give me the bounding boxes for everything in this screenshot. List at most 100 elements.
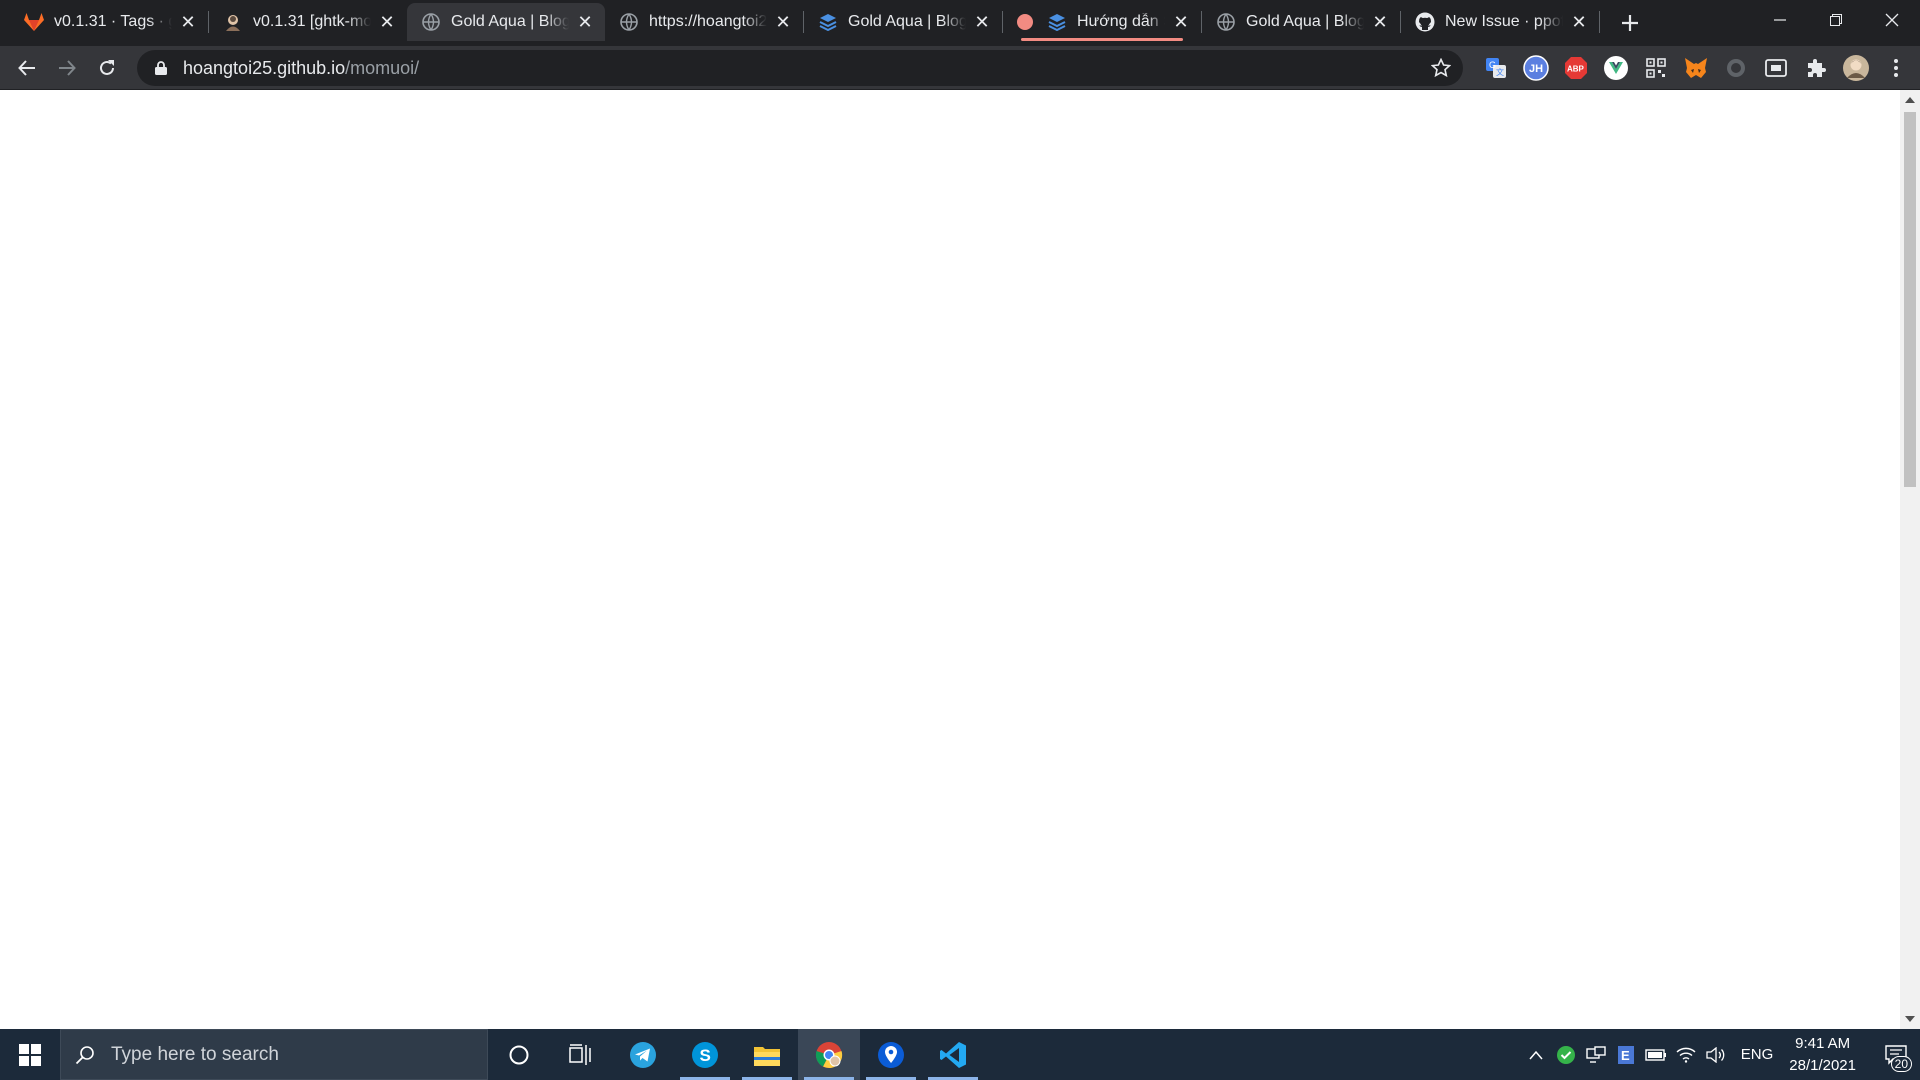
windows-logo-icon bbox=[19, 1043, 41, 1066]
extensions-button[interactable] bbox=[1796, 48, 1836, 88]
qr-extension[interactable] bbox=[1636, 48, 1676, 88]
back-button[interactable] bbox=[7, 48, 47, 88]
battery-tray-item[interactable] bbox=[1641, 1029, 1671, 1080]
menu-icon bbox=[1894, 59, 1898, 77]
search-placeholder: Type here to search bbox=[111, 1043, 279, 1065]
security-tray-item[interactable] bbox=[1551, 1029, 1581, 1080]
bookmark-star-icon[interactable] bbox=[1429, 56, 1453, 80]
qr-icon bbox=[1646, 58, 1666, 78]
telegram-app[interactable] bbox=[612, 1029, 674, 1080]
scroll-up-arrow-icon[interactable] bbox=[1905, 97, 1915, 103]
tab-audio-indicator bbox=[1021, 38, 1183, 41]
reload-button[interactable] bbox=[87, 48, 127, 88]
close-icon[interactable]: ✕ bbox=[773, 12, 793, 32]
chrome-app[interactable] bbox=[798, 1029, 860, 1080]
stack-icon bbox=[1047, 12, 1067, 32]
translate-extension[interactable]: G文 bbox=[1476, 48, 1516, 88]
speaker-icon bbox=[1706, 1046, 1725, 1063]
start-button[interactable] bbox=[0, 1029, 60, 1080]
profile-button[interactable] bbox=[1836, 48, 1876, 88]
show-hidden-icons-button[interactable] bbox=[1521, 1029, 1551, 1080]
extensions-toolbar: G文 JH ABP bbox=[1476, 46, 1916, 90]
abp-label: ABP bbox=[1567, 65, 1585, 74]
arrow-right-icon bbox=[59, 59, 76, 76]
tab-title: Hướng dẫn Sử dụng bbox=[1077, 13, 1165, 30]
tab-gold-aqua-blog-2[interactable]: Gold Aqua | Blog ✕ bbox=[804, 3, 1002, 41]
arrow-left-icon bbox=[18, 59, 35, 76]
chrome-menu-button[interactable] bbox=[1876, 48, 1916, 88]
url-text[interactable]: hoangtoi25.github.io/momuoi/ bbox=[183, 58, 419, 79]
input-language[interactable]: ENG bbox=[1731, 1046, 1784, 1063]
clock-time: 9:41 AM bbox=[1795, 1034, 1851, 1052]
maps-app[interactable] bbox=[860, 1029, 922, 1080]
media-control-button[interactable] bbox=[1756, 48, 1796, 88]
wifi-tray-item[interactable] bbox=[1671, 1029, 1701, 1080]
close-icon[interactable]: ✕ bbox=[972, 12, 992, 32]
task-view-button[interactable] bbox=[550, 1029, 612, 1080]
tab-gold-aqua-blog-active[interactable]: Gold Aqua | Blog ✕ bbox=[407, 3, 605, 41]
file-explorer-app[interactable] bbox=[736, 1029, 798, 1080]
file-explorer-icon bbox=[754, 1046, 780, 1066]
vue-extension[interactable] bbox=[1596, 48, 1636, 88]
action-center-button[interactable]: 20 bbox=[1872, 1029, 1920, 1080]
close-icon[interactable]: ✕ bbox=[575, 12, 595, 32]
notification-count-badge: 20 bbox=[1890, 1056, 1912, 1072]
svg-text:S: S bbox=[700, 1046, 711, 1065]
tab-gitlab-tags[interactable]: v0.1.31 · Tags · ghtk-mobile ✕ bbox=[10, 3, 208, 41]
chevron-up-icon bbox=[1529, 1050, 1543, 1059]
cortana-button[interactable] bbox=[488, 1029, 550, 1080]
close-icon[interactable]: ✕ bbox=[1569, 12, 1589, 32]
tab-strip: v0.1.31 · Tags · ghtk-mobile ✕ v0.1.31 [… bbox=[0, 0, 1920, 46]
browser-toolbar: hoangtoi25.github.io/momuoi/ G文 JH ABP bbox=[0, 46, 1920, 90]
tab-ghtk-mobile[interactable]: v0.1.31 [ghtk-mobile] ✕ bbox=[209, 3, 407, 41]
circle-extension[interactable] bbox=[1716, 48, 1756, 88]
system-tray: E ENG 9:41 AM 28/1/2021 20 bbox=[1521, 1029, 1920, 1080]
scroll-down-arrow-icon[interactable] bbox=[1905, 1016, 1915, 1022]
address-bar[interactable]: hoangtoi25.github.io/momuoi/ bbox=[137, 50, 1463, 86]
audio-playing-icon bbox=[1017, 14, 1033, 30]
skype-icon: S bbox=[692, 1041, 718, 1068]
jh-extension[interactable]: JH bbox=[1516, 48, 1556, 88]
jh-label: JH bbox=[1529, 63, 1543, 75]
new-tab-button[interactable] bbox=[1612, 5, 1648, 41]
puzzle-icon bbox=[1808, 59, 1826, 77]
unikey-tray-item[interactable]: E bbox=[1611, 1029, 1641, 1080]
network-tray-item[interactable] bbox=[1581, 1029, 1611, 1080]
window-controls bbox=[1752, 0, 1920, 40]
close-icon[interactable]: ✕ bbox=[178, 12, 198, 32]
minimize-button[interactable] bbox=[1752, 0, 1808, 40]
lock-icon[interactable] bbox=[151, 58, 171, 78]
metamask-extension[interactable] bbox=[1676, 48, 1716, 88]
close-icon[interactable]: ✕ bbox=[1370, 12, 1390, 32]
forward-button[interactable] bbox=[47, 48, 87, 88]
clock-date: 28/1/2021 bbox=[1789, 1056, 1856, 1074]
svg-text:G: G bbox=[1489, 60, 1496, 70]
svg-text:文: 文 bbox=[1496, 67, 1504, 77]
clock[interactable]: 9:41 AM 28/1/2021 bbox=[1783, 1033, 1872, 1077]
tab-github-new-issue[interactable]: New Issue · ppoffice ✕ bbox=[1401, 3, 1599, 41]
profile-icon bbox=[1843, 55, 1869, 81]
close-icon[interactable]: ✕ bbox=[377, 12, 397, 32]
vertical-scrollbar[interactable] bbox=[1900, 90, 1920, 1029]
tab-hoangtoi-url[interactable]: https://hoangtoi25.github.io ✕ bbox=[605, 3, 803, 41]
tab-gold-aqua-blog-3[interactable]: Gold Aqua | Blog ✕ bbox=[1202, 3, 1400, 41]
tab-huong-dan[interactable]: Hướng dẫn Sử dụng ✕ bbox=[1003, 3, 1201, 41]
close-window-button[interactable] bbox=[1864, 0, 1920, 40]
vscode-app[interactable] bbox=[922, 1029, 984, 1080]
tab-title: Gold Aqua | Blog bbox=[848, 13, 966, 30]
close-icon bbox=[1885, 13, 1899, 27]
minimize-icon bbox=[1774, 19, 1786, 21]
battery-icon bbox=[1645, 1048, 1666, 1061]
volume-tray-item[interactable] bbox=[1701, 1029, 1731, 1080]
scrollbar-thumb[interactable] bbox=[1904, 112, 1916, 487]
plus-icon bbox=[1622, 15, 1638, 31]
close-icon[interactable]: ✕ bbox=[1171, 12, 1191, 32]
skype-app[interactable]: S bbox=[674, 1029, 736, 1080]
url-host: hoangtoi25.github.io bbox=[183, 57, 346, 78]
tab-separator bbox=[1599, 11, 1600, 33]
taskbar-search-box[interactable]: Type here to search bbox=[60, 1029, 488, 1080]
svg-text:E: E bbox=[1621, 1048, 1630, 1063]
restore-button[interactable] bbox=[1808, 0, 1864, 40]
adblock-extension[interactable]: ABP bbox=[1556, 48, 1596, 88]
maps-icon bbox=[878, 1041, 904, 1068]
